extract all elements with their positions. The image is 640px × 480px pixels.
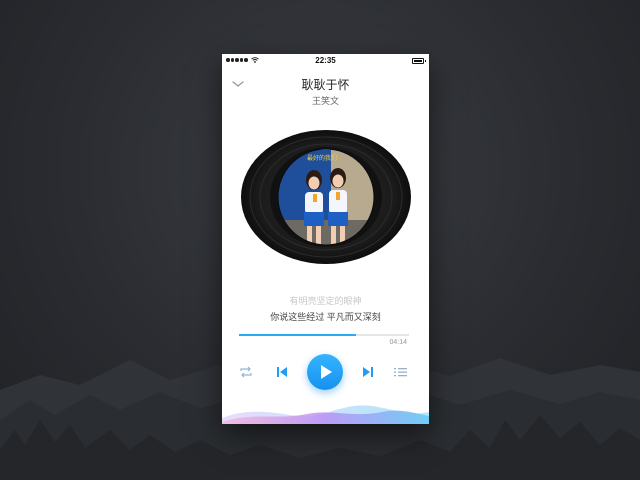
progress-fill xyxy=(239,334,357,336)
play-icon xyxy=(321,365,332,379)
phone-screen: 22:35 耿耿于怀 王笑文 最好的我们 有明亮坚定的眼神 你说这些经过 平凡而… xyxy=(222,54,429,424)
battery-icon xyxy=(412,58,426,64)
audio-wave-decoration xyxy=(222,405,429,424)
progress-bar[interactable] xyxy=(239,334,409,336)
song-title: 耿耿于怀 xyxy=(301,78,350,92)
status-time: 22:35 xyxy=(315,56,336,65)
repeat-icon[interactable] xyxy=(239,366,253,378)
status-bar: 22:35 xyxy=(222,54,429,68)
cover-title-text: 最好的我们 xyxy=(307,154,337,162)
artist-name: 王笑文 xyxy=(311,96,339,106)
duration-label: 04:14 xyxy=(389,339,407,346)
lyric-previous-line: 有明亮坚定的眼神 xyxy=(289,296,362,306)
skip-previous-icon[interactable] xyxy=(276,366,288,378)
lyric-current-line: 你说这些经过 平凡而又深刻 xyxy=(270,312,381,322)
skip-next-icon[interactable] xyxy=(362,366,374,378)
vinyl-record: 最好的我们 xyxy=(241,130,411,264)
playback-controls xyxy=(222,354,429,394)
play-button[interactable] xyxy=(307,354,343,390)
playlist-icon[interactable] xyxy=(394,366,407,378)
